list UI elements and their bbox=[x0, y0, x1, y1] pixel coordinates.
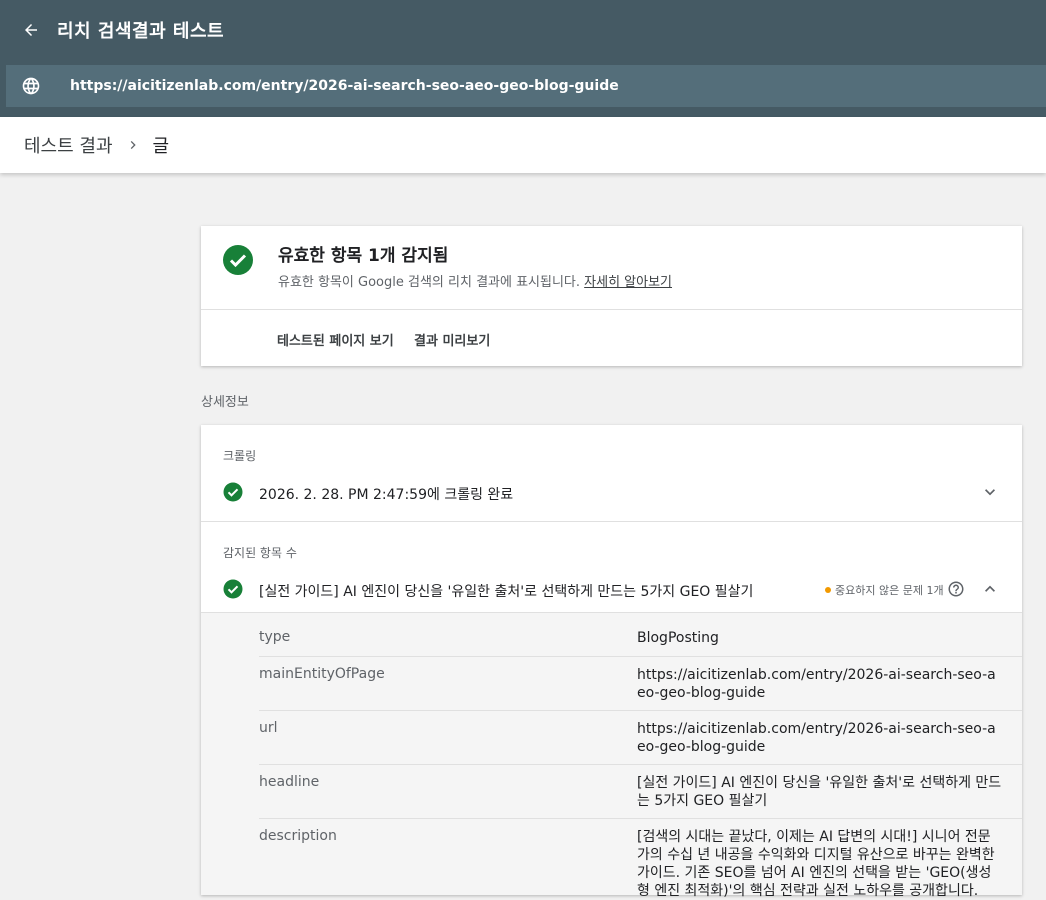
check-circle-icon bbox=[223, 579, 243, 603]
breadcrumb-current: 글 bbox=[152, 136, 170, 157]
table-row: type BlogPosting bbox=[259, 613, 1022, 656]
url-bar-container: https://aicitizenlab.com/entry/2026-ai-s… bbox=[0, 59, 1046, 117]
check-circle-icon bbox=[222, 244, 254, 280]
table-row: url https://aicitizenlab.com/entry/2026-… bbox=[259, 710, 1022, 765]
details-card: 크롤링 2026. 2. 28. PM 2:47:59에 크롤링 완료 감지된 … bbox=[201, 425, 1022, 899]
tested-url: https://aicitizenlab.com/entry/2026-ai-s… bbox=[70, 78, 619, 94]
view-tested-page-button[interactable]: 테스트된 페이지 보기 bbox=[277, 330, 394, 349]
table-row: description [검색의 시대는 끝났다, 이제는 AI 답변의 시대!… bbox=[259, 818, 1022, 899]
crawl-status: 2026. 2. 28. PM 2:47:59에 크롤링 완료 bbox=[259, 487, 514, 503]
property-value: BlogPosting bbox=[637, 630, 719, 646]
properties-table: type BlogPosting mainEntityOfPage https:… bbox=[201, 612, 1022, 899]
crawl-section-title: 크롤링 bbox=[223, 449, 257, 463]
breadcrumb: 테스트 결과 글 bbox=[0, 117, 1046, 173]
page-title: 리치 검색결과 테스트 bbox=[57, 20, 225, 42]
property-value: [실전 가이드] AI 엔진이 당신을 '유일한 출처'로 선택하게 만드는 5… bbox=[637, 775, 1002, 809]
summary-subtext-body: 유효한 항목이 Google 검색의 리치 결과에 표시됩니다. bbox=[278, 275, 581, 290]
issue-badge: 중요하지 않은 문제 1개 bbox=[825, 582, 944, 598]
summary-card: 유효한 항목 1개 감지됨 유효한 항목이 Google 검색의 리치 결과에 … bbox=[201, 226, 1022, 366]
property-name: mainEntityOfPage bbox=[259, 666, 385, 682]
divider bbox=[201, 521, 1022, 522]
details-label: 상세정보 bbox=[201, 395, 249, 410]
property-name: headline bbox=[259, 774, 320, 790]
summary-subtext: 유효한 항목이 Google 검색의 리치 결과에 표시됩니다. 자세히 알아보… bbox=[278, 271, 672, 290]
learn-more-link[interactable]: 자세히 알아보기 bbox=[584, 275, 672, 290]
preview-results-button[interactable]: 결과 미리보기 bbox=[414, 330, 490, 349]
summary-heading: 유효한 항목 1개 감지됨 bbox=[278, 246, 449, 266]
detected-item-title[interactable]: [실전 가이드] AI 엔진이 당신을 '유일한 출처'로 선택하게 만드는 5… bbox=[259, 581, 753, 601]
property-name: type bbox=[259, 629, 291, 645]
chevron-right-icon bbox=[125, 137, 141, 153]
chevron-up-icon[interactable] bbox=[979, 578, 1001, 600]
property-name: url bbox=[259, 720, 278, 736]
property-value: https://aicitizenlab.com/entry/2026-ai-s… bbox=[637, 667, 996, 701]
table-row: mainEntityOfPage https://aicitizenlab.co… bbox=[259, 656, 1022, 711]
url-bar[interactable]: https://aicitizenlab.com/entry/2026-ai-s… bbox=[6, 65, 1046, 107]
chevron-down-icon[interactable] bbox=[979, 481, 1001, 503]
globe-icon bbox=[20, 75, 42, 97]
help-icon[interactable] bbox=[947, 580, 965, 598]
divider bbox=[201, 309, 1022, 310]
app-header: 리치 검색결과 테스트 bbox=[0, 0, 1046, 59]
table-row: headline [실전 가이드] AI 엔진이 당신을 '유일한 출처'로 선… bbox=[259, 764, 1022, 819]
arrow-back-icon[interactable] bbox=[19, 18, 43, 42]
breadcrumb-root[interactable]: 테스트 결과 bbox=[24, 132, 113, 158]
detected-section-title: 감지된 항목 수 bbox=[223, 546, 297, 560]
property-value: [검색의 시대는 끝났다, 이제는 AI 답변의 시대!] 시니어 전문가의 수… bbox=[637, 829, 995, 899]
check-circle-icon bbox=[223, 482, 243, 506]
warning-dot-icon bbox=[825, 587, 831, 593]
property-name: description bbox=[259, 828, 337, 844]
property-value: https://aicitizenlab.com/entry/2026-ai-s… bbox=[637, 721, 996, 755]
issue-badge-label: 중요하지 않은 문제 1개 bbox=[835, 584, 944, 597]
